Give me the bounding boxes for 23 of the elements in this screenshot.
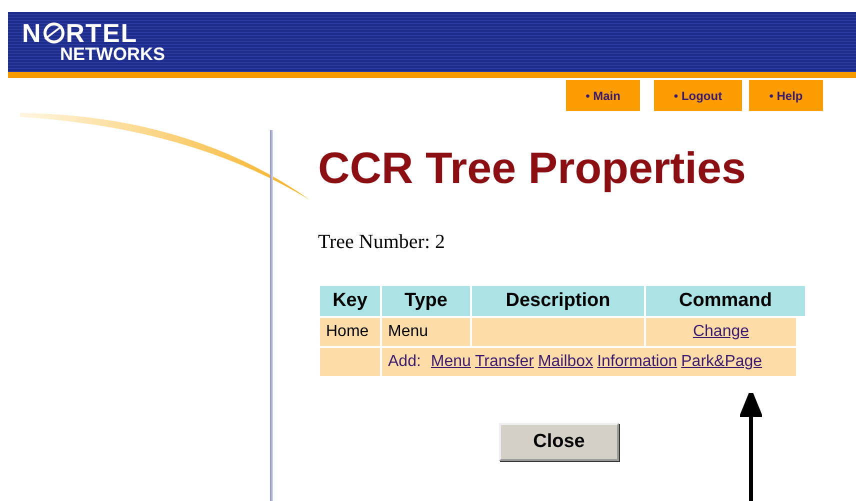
- add-link[interactable]: Menu: [430, 348, 471, 376]
- logo-text: NETWORKS: [60, 45, 166, 63]
- add-link[interactable]: Information: [597, 348, 678, 376]
- column-header: Key: [320, 286, 380, 316]
- add-link[interactable]: Park&Page: [681, 348, 762, 376]
- table-cell: [320, 348, 380, 376]
- logo-text: N: [22, 21, 42, 45]
- column-header: Command: [646, 286, 805, 316]
- nav-button[interactable]: • Help: [749, 80, 823, 111]
- close-button[interactable]: Close: [499, 423, 619, 461]
- nav-button[interactable]: • Main: [566, 80, 640, 111]
- add-label: Add:: [388, 352, 421, 372]
- add-link[interactable]: Transfer: [474, 348, 534, 376]
- table-cell: Home: [320, 318, 380, 346]
- table-cell: Menu: [382, 318, 470, 346]
- page-title: CCR Tree Properties: [318, 143, 747, 195]
- nav-button[interactable]: • Logout: [654, 80, 742, 111]
- column-header: Description: [472, 286, 644, 316]
- column-header: Type: [382, 286, 470, 316]
- tree-number: Tree Number: 2: [318, 231, 446, 254]
- logo-text: RTEL: [66, 21, 138, 45]
- add-link[interactable]: Mailbox: [538, 348, 594, 376]
- change-link[interactable]: Change: [692, 323, 750, 340]
